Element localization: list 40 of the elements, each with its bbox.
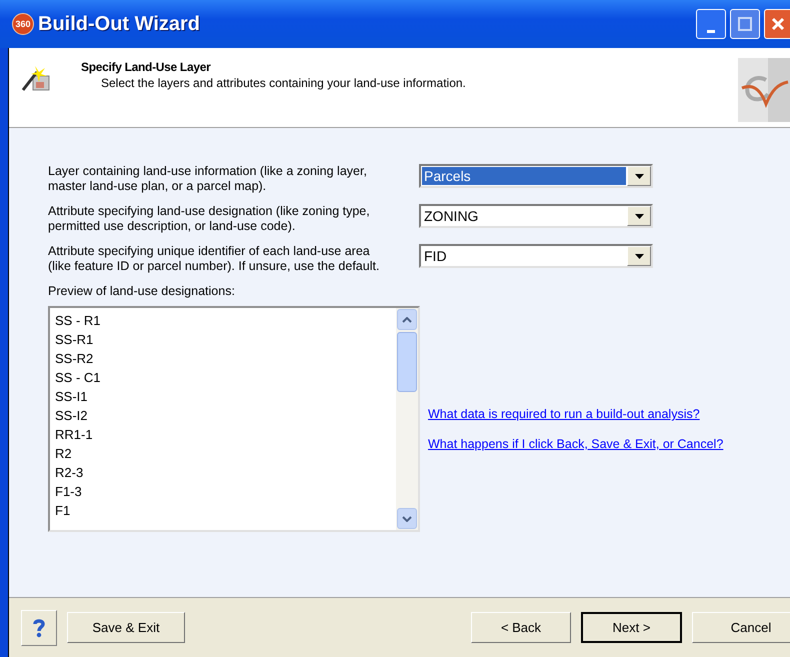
- scrollbar[interactable]: [396, 308, 418, 530]
- maximize-icon: [737, 16, 753, 32]
- scroll-down-icon[interactable]: [397, 508, 417, 529]
- wizard-button[interactable]: Next >: [581, 612, 682, 643]
- list-item[interactable]: SS - R1: [55, 311, 396, 330]
- help-link[interactable]: What happens if I click Back, Save & Exit, or Cancel?: [428, 436, 758, 452]
- help-button[interactable]: [21, 610, 57, 646]
- dropdown-field[interactable]: FID: [419, 244, 653, 268]
- field-label: Layer containing land-use information (like a zoning layer, master land-use plan, or a parcel map).: [48, 164, 368, 194]
- list-item[interactable]: SS-I1: [55, 387, 396, 406]
- minimize-icon: [707, 30, 715, 33]
- list-label: Preview of land-use designations:: [48, 284, 236, 298]
- list-item[interactable]: SS - C1: [55, 368, 396, 387]
- maximize-button[interactable]: [730, 9, 760, 39]
- list-item[interactable]: R2-3: [55, 463, 396, 482]
- field-label: Attribute specifying land-use designation (like zoning type, permitted use description, or land-use code).: [48, 204, 371, 234]
- app-logo-icon: 360: [12, 13, 34, 35]
- list-item[interactable]: R2: [55, 444, 396, 463]
- wizard-button[interactable]: Cancel: [692, 612, 790, 643]
- list-item[interactable]: F1-3: [55, 482, 396, 501]
- save-exit-button[interactable]: Save & Exit: [67, 612, 185, 643]
- scroll-thumb[interactable]: [397, 332, 417, 392]
- list-item[interactable]: RR1-1: [55, 425, 396, 444]
- close-button[interactable]: [764, 9, 790, 39]
- field-label: Attribute specifying unique identifier of each land-use area (like feature ID or parcel number). If unsure, use the default.: [48, 244, 380, 274]
- list-item[interactable]: SS-R1: [55, 330, 396, 349]
- close-icon: [770, 16, 786, 32]
- step-description: Select the layers and attributes containing your land-use information.: [100, 76, 466, 90]
- dropdown-field[interactable]: Parcels: [419, 164, 653, 188]
- help-link[interactable]: What data is required to run a build-out analysis?: [428, 406, 758, 422]
- list-item[interactable]: F1: [55, 501, 396, 520]
- scroll-up-icon[interactable]: [397, 309, 417, 330]
- list-item[interactable]: SS-R2: [55, 349, 396, 368]
- list-item[interactable]: SS-I2: [55, 406, 396, 425]
- wizard-button[interactable]: < Back: [471, 612, 571, 643]
- step-title: Specify Land-Use Layer: [81, 60, 212, 74]
- window-title: Build-Out Wizard: [38, 12, 200, 36]
- dropdown-field[interactable]: ZONING: [419, 204, 653, 228]
- question-mark-icon: [32, 618, 46, 638]
- minimize-button[interactable]: [696, 9, 726, 39]
